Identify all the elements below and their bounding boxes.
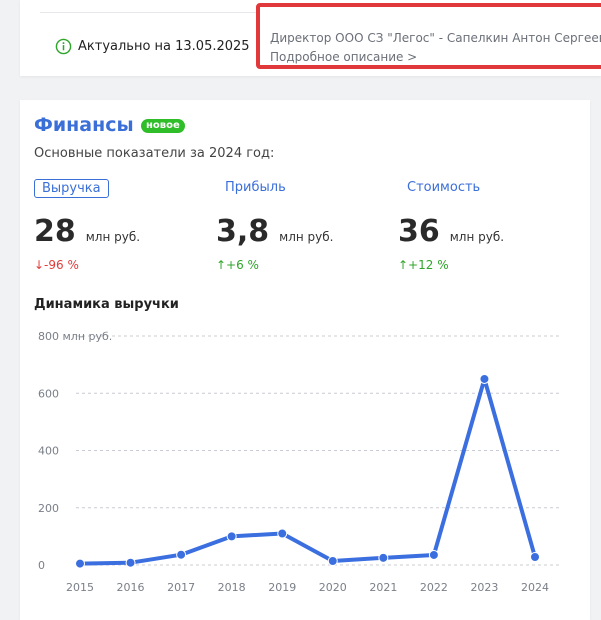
x-tick-label: 2017 bbox=[167, 581, 195, 594]
data-point bbox=[125, 557, 136, 568]
director-details-link[interactable]: Подробное описание > bbox=[270, 50, 417, 64]
revenue-value: 28 млн руб. bbox=[34, 214, 140, 249]
x-tick-label: 2024 bbox=[521, 581, 549, 594]
y-tick-label: 600 bbox=[38, 387, 59, 400]
tab-profit[interactable]: Прибыль bbox=[225, 180, 286, 195]
y-tick-label: 200 bbox=[38, 502, 59, 515]
revenue-line-chart: 0 200 400 600 800 млн руб. 2015 2016 2017 2018 20… bbox=[38, 330, 560, 594]
data-point bbox=[530, 551, 540, 562]
x-tick-label: 2019 bbox=[268, 581, 296, 594]
series-line bbox=[78, 376, 537, 566]
finance-subtitle: Основные показатели за 2024 год: bbox=[34, 146, 275, 161]
finance-title: Финансы bbox=[34, 114, 134, 136]
company-header-card: Актуально на 13.05.2025 Директор ООО СЗ … bbox=[20, 0, 601, 76]
x-tick-label: 2023 bbox=[470, 581, 498, 594]
director-text: Директор ООО СЗ "Легос" - Сапелкин Антон… bbox=[270, 31, 601, 45]
data-point bbox=[428, 549, 439, 560]
data-point bbox=[378, 552, 389, 563]
value-unit: млн руб. bbox=[449, 230, 505, 244]
x-tick-label: 2020 bbox=[319, 581, 347, 594]
y-tick-label: 400 bbox=[38, 445, 59, 458]
x-tick-label: 2022 bbox=[420, 581, 448, 594]
revenue-unit: млн руб. bbox=[85, 230, 141, 244]
data-point bbox=[226, 531, 237, 542]
new-badge: новое bbox=[141, 119, 185, 133]
revenue-amount: 28 bbox=[34, 214, 76, 249]
value-change: ↑+12 % bbox=[398, 258, 449, 272]
profit-value: 3,8 млн руб. bbox=[216, 214, 333, 249]
data-point bbox=[327, 555, 338, 566]
revenue-change: ↓-96 % bbox=[34, 258, 79, 272]
profit-change: ↑+6 % bbox=[216, 258, 259, 272]
profit-unit: млн руб. bbox=[279, 230, 334, 244]
actual-date-label: Актуально на 13.05.2025 bbox=[78, 39, 250, 54]
director-highlight: Директор ООО СЗ "Легос" - Сапелкин Антон… bbox=[256, 3, 601, 69]
tab-revenue[interactable]: Выручка bbox=[34, 179, 109, 198]
data-point bbox=[479, 373, 490, 384]
tab-value[interactable]: Стоимость bbox=[407, 180, 480, 195]
data-point bbox=[176, 549, 187, 560]
data-point bbox=[277, 528, 288, 539]
x-tick-label: 2021 bbox=[369, 581, 397, 594]
value-value: 36 млн руб. bbox=[398, 214, 504, 249]
actual-date-status: Актуально на 13.05.2025 bbox=[55, 38, 250, 55]
x-tick-label: 2016 bbox=[117, 581, 145, 594]
value-amount: 36 bbox=[398, 214, 440, 249]
finance-card: Финансы новое Основные показатели за 202… bbox=[20, 100, 590, 620]
chart-title: Динамика выручки bbox=[34, 297, 179, 312]
y-tick-label: 0 bbox=[38, 559, 45, 572]
y-tick-label: 800 млн руб. bbox=[38, 330, 112, 343]
x-tick-label: 2018 bbox=[218, 581, 246, 594]
data-point bbox=[75, 558, 85, 569]
profit-amount: 3,8 bbox=[216, 214, 270, 249]
info-icon bbox=[55, 38, 72, 55]
x-tick-label: 2015 bbox=[66, 581, 94, 594]
